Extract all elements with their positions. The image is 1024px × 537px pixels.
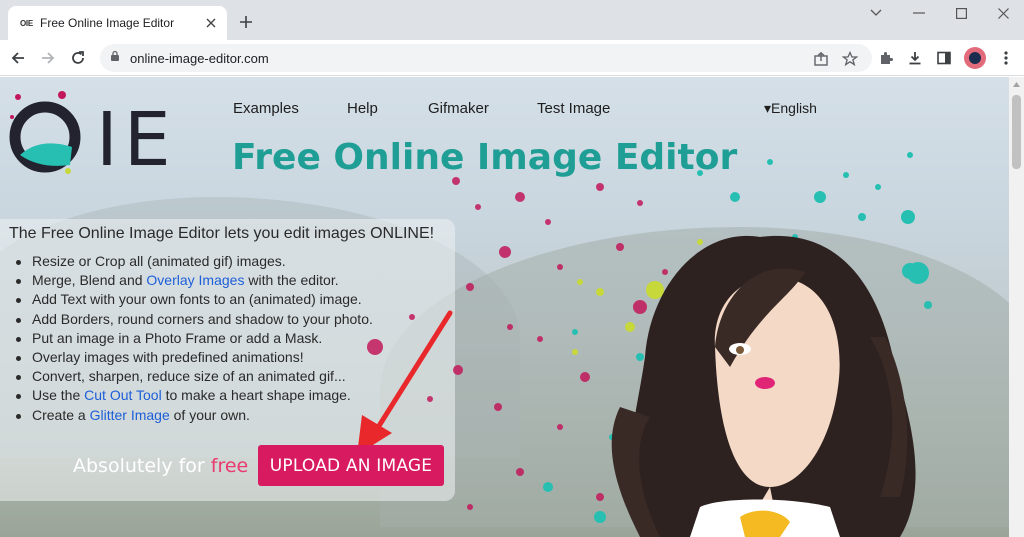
browser-toolbar: online-image-editor.com (0, 40, 1024, 76)
scrollbar-thumb[interactable] (1012, 95, 1021, 169)
browser-tab[interactable]: OIE Free Online Image Editor (8, 6, 227, 40)
feature-item: Overlay images with predefined animation… (14, 348, 373, 367)
free-prefix: Absolutely for (73, 455, 211, 477)
feature-item: Resize or Crop all (animated gif) images… (14, 252, 373, 271)
url-text: online-image-editor.com (130, 50, 269, 66)
feature-text: of your own. (169, 406, 250, 423)
feature-text: with the editor. (244, 272, 339, 289)
nav-examples[interactable]: Examples (233, 100, 299, 117)
address-bar[interactable]: online-image-editor.com (100, 44, 872, 72)
feature-text: to make a heart shape image. (161, 387, 351, 404)
feature-text: Use the (32, 387, 85, 404)
scroll-up-icon[interactable] (1009, 77, 1024, 92)
reload-icon[interactable] (66, 46, 90, 70)
intro-text: The Free Online Image Editor lets you ed… (9, 225, 435, 242)
tab-strip: OIE Free Online Image Editor (0, 0, 1024, 40)
feature-item: Create a Glitter Image of your own. (14, 406, 373, 425)
nav-test-image[interactable]: Test Image (537, 100, 610, 117)
feature-text: Overlay images with predefined animation… (32, 349, 304, 366)
feature-item: Add Borders, round corners and shadow to… (14, 310, 373, 329)
free-word: free (210, 455, 249, 477)
site-logo[interactable]: IE (96, 103, 177, 177)
feature-text: Put an image in a Photo Frame or add a M… (32, 329, 323, 346)
feature-text: Merge, Blend and (32, 272, 147, 289)
site-favicon: OIE (20, 18, 33, 28)
lock-icon[interactable] (110, 49, 120, 67)
glitter-image-link[interactable]: Glitter Image (90, 407, 170, 423)
extensions-puzzle-icon[interactable] (876, 48, 896, 68)
page-scrollbar[interactable] (1009, 77, 1024, 537)
bookmark-star-icon[interactable] (841, 50, 859, 68)
feature-item: Add Text with your own fonts to an (anim… (14, 290, 373, 309)
minimize-icon[interactable] (905, 4, 933, 22)
forward-arrow-icon[interactable] (36, 46, 60, 70)
profile-avatar[interactable] (964, 47, 986, 69)
feature-text: Add Borders, round corners and shadow to… (32, 310, 373, 327)
page-title: Free Online Image Editor (232, 137, 738, 178)
cut-out-tool-link[interactable]: Cut Out Tool (84, 387, 162, 403)
feature-item: Put an image in a Photo Frame or add a M… (14, 329, 373, 348)
feature-list: Resize or Crop all (animated gif) images… (14, 252, 373, 425)
web-page: IE Examples Help Gifmaker Test Image ▾En… (0, 77, 1009, 537)
feature-text: Create a (32, 406, 90, 423)
feature-text: Convert, sharpen, reduce size of an anim… (32, 368, 346, 385)
feature-item: Use the Cut Out Tool to make a heart sha… (14, 386, 373, 405)
upload-image-button[interactable]: UPLOAD AN IMAGE (258, 445, 444, 486)
free-tagline: Absolutely for free (73, 455, 248, 477)
menu-kebab-icon[interactable] (996, 48, 1016, 68)
chevron-down-icon[interactable] (862, 4, 890, 22)
language-select[interactable]: ▾English (764, 100, 817, 117)
nav-help[interactable]: Help (347, 100, 378, 117)
new-tab-button[interactable] (236, 12, 256, 32)
share-icon[interactable] (812, 50, 830, 68)
side-panel-icon[interactable] (934, 48, 954, 68)
feature-text: Resize or Crop all (animated gif) images… (32, 253, 286, 269)
feature-item: Merge, Blend and Overlay Images with the… (14, 271, 373, 290)
feature-text: Add Text with your own fonts to an (anim… (32, 291, 362, 308)
download-icon[interactable] (905, 48, 925, 68)
close-icon[interactable] (203, 15, 219, 31)
feature-item: Convert, sharpen, reduce size of an anim… (14, 367, 373, 386)
maximize-icon[interactable] (947, 4, 975, 22)
window-close-icon[interactable] (989, 4, 1017, 22)
tab-title: Free Online Image Editor (40, 16, 175, 30)
nav-gifmaker[interactable]: Gifmaker (428, 100, 489, 117)
back-arrow-icon[interactable] (6, 46, 30, 70)
overlay-images-link[interactable]: Overlay Images (146, 272, 244, 288)
